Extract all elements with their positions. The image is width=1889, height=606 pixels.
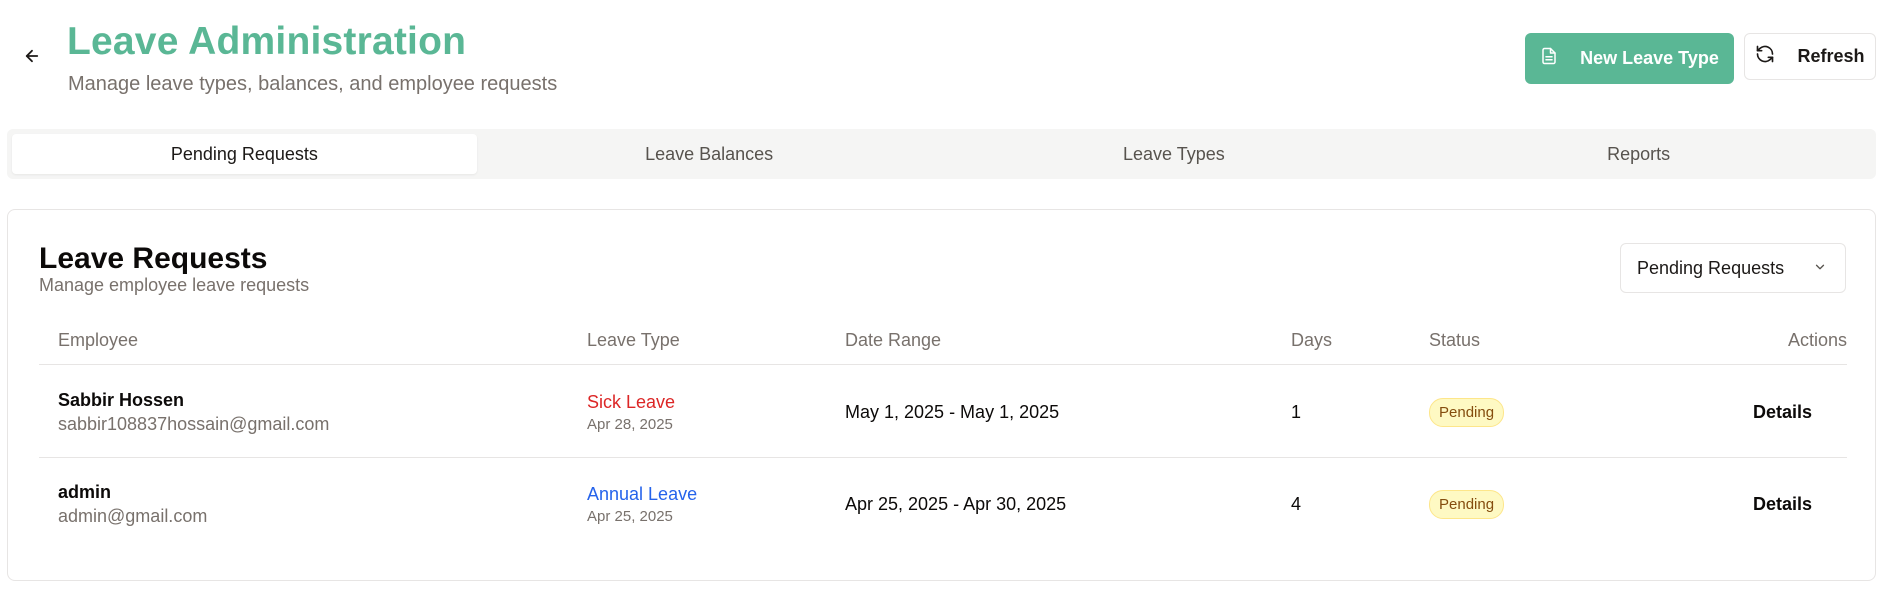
chevron-down-icon	[1813, 258, 1827, 279]
page-title: Leave Administration	[67, 20, 467, 63]
details-button[interactable]: Details	[1753, 494, 1812, 515]
new-leave-type-label: New Leave Type	[1580, 48, 1719, 68]
status-cell: Pending	[1429, 367, 1505, 458]
new-leave-type-button[interactable]: New Leave Type	[1525, 33, 1734, 84]
leave-requested-date: Apr 25, 2025	[587, 508, 673, 525]
column-header-leave-type: Leave Type	[587, 329, 680, 350]
employee-cell: admin admin@gmail.com	[58, 459, 207, 550]
date-range: May 1, 2025 - May 1, 2025	[845, 402, 1060, 422]
table-row: Sabbir Hossen sabbir108837hossain@gmail.…	[39, 367, 1847, 458]
tab-list: Pending Requests Leave Balances Leave Ty…	[7, 129, 1876, 179]
days-cell: 4	[1291, 459, 1301, 550]
employee-cell: Sabbir Hossen sabbir108837hossain@gmail.…	[58, 367, 329, 458]
card-title: Leave Requests	[39, 242, 268, 275]
file-icon	[1540, 46, 1558, 71]
refresh-button[interactable]: Refresh	[1744, 33, 1876, 80]
arrow-left-icon	[23, 47, 41, 70]
column-header-status: Status	[1429, 329, 1481, 350]
leave-type-name: Annual Leave	[587, 484, 698, 504]
leave-type-cell: Sick Leave Apr 28, 2025	[587, 367, 675, 458]
days-cell: 1	[1291, 367, 1301, 458]
days-count: 4	[1291, 494, 1302, 514]
employee-email: sabbir108837hossain@gmail.com	[58, 414, 330, 434]
card-subtitle: Manage employee leave requests	[39, 275, 310, 295]
employee-name: Sabbir Hossen	[58, 390, 185, 410]
column-header-actions: Actions	[1787, 329, 1847, 350]
leave-requested-date: Apr 28, 2025	[587, 416, 673, 433]
leave-requests-card: Leave Requests Manage employee leave req…	[7, 209, 1876, 581]
column-header-date-range: Date Range	[845, 329, 942, 350]
table-header: Employee Leave Type Date Range Days Stat…	[39, 315, 1847, 365]
status-filter-select[interactable]: Pending Requests	[1620, 243, 1846, 293]
tab-leave-balances[interactable]: Leave Balances	[477, 134, 942, 174]
column-header-days: Days	[1291, 329, 1333, 350]
refresh-icon	[1755, 44, 1775, 69]
table-row: admin admin@gmail.com Annual Leave Apr 2…	[39, 459, 1847, 550]
status-cell: Pending	[1429, 459, 1505, 550]
tab-leave-types[interactable]: Leave Types	[942, 134, 1407, 174]
employee-name: admin	[58, 482, 112, 502]
days-count: 1	[1291, 402, 1302, 422]
employee-email: admin@gmail.com	[58, 506, 208, 526]
status-filter-value: Pending Requests	[1637, 257, 1785, 278]
date-range: Apr 25, 2025 - Apr 30, 2025	[845, 494, 1067, 514]
status-badge: Pending	[1429, 490, 1505, 519]
column-header-employee: Employee	[58, 329, 139, 350]
date-range-cell: May 1, 2025 - May 1, 2025	[845, 367, 1059, 458]
details-button[interactable]: Details	[1753, 402, 1812, 423]
back-button[interactable]	[20, 46, 44, 70]
tab-pending-requests[interactable]: Pending Requests	[12, 134, 477, 174]
actions-cell: Details	[1753, 367, 1812, 458]
actions-cell: Details	[1753, 459, 1812, 550]
status-badge: Pending	[1429, 398, 1505, 427]
refresh-label: Refresh	[1797, 46, 1865, 66]
date-range-cell: Apr 25, 2025 - Apr 30, 2025	[845, 459, 1066, 550]
leave-type-cell: Annual Leave Apr 25, 2025	[587, 459, 697, 550]
leave-type-name: Sick Leave	[587, 392, 676, 412]
page-subtitle: Manage leave types, balances, and employ…	[68, 73, 558, 95]
tab-reports[interactable]: Reports	[1406, 134, 1871, 174]
